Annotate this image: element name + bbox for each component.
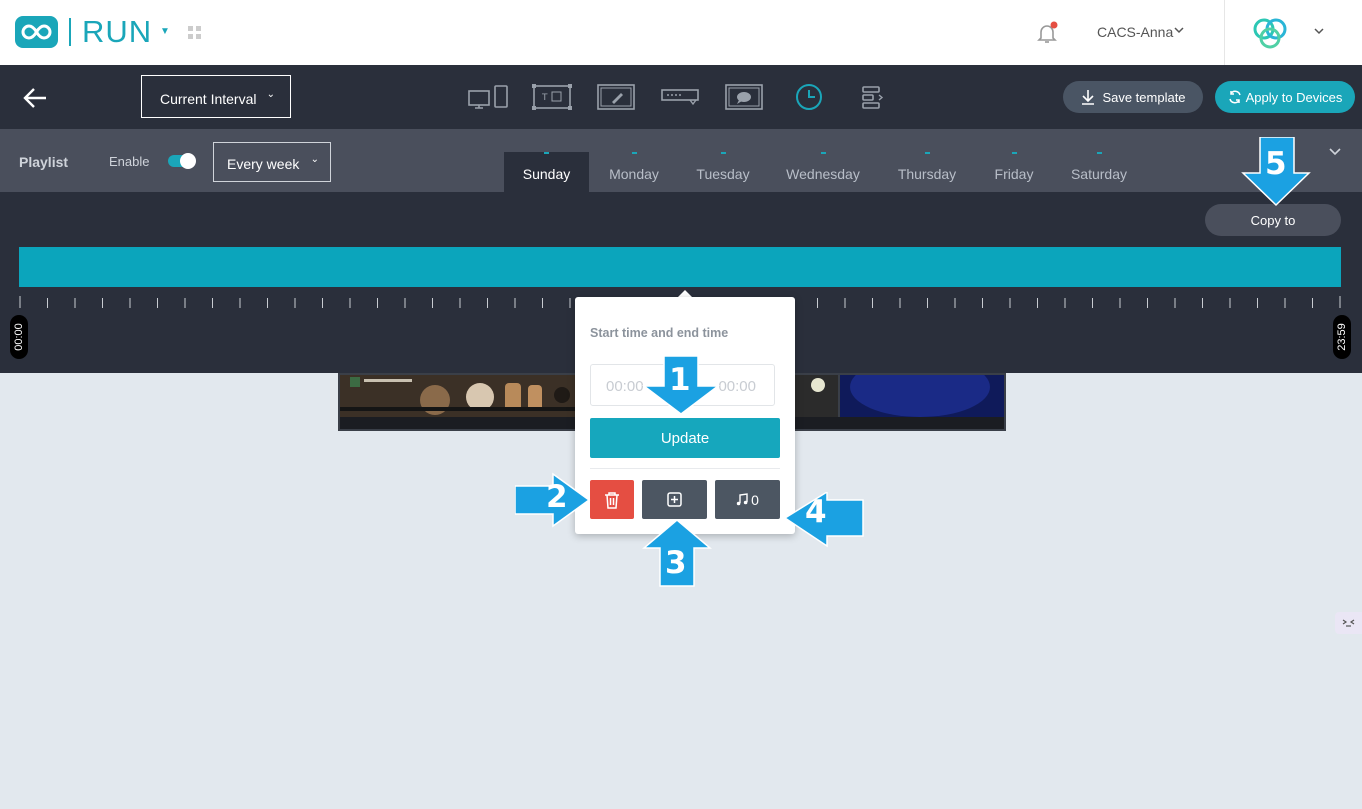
music-count: 0 xyxy=(751,491,759,508)
save-template-label: Save template xyxy=(1102,89,1186,105)
copy-to-button[interactable]: Copy to xyxy=(1205,204,1341,236)
user-menu-chevron-icon[interactable] xyxy=(1173,24,1185,36)
top-header: RUN ▼ CACS-Anna xyxy=(0,0,1362,65)
layout-icon[interactable]: T xyxy=(531,83,573,111)
day-indicator xyxy=(720,152,726,154)
repeat-select-label: Every week xyxy=(227,156,300,172)
brand-logo-icon[interactable] xyxy=(1249,15,1291,51)
playlist-title: Playlist xyxy=(19,154,69,170)
timeline-end-label: 23:59 xyxy=(1333,315,1351,359)
tab-label: Sunday xyxy=(522,166,571,182)
brand-menu-chevron-icon[interactable] xyxy=(1313,25,1325,37)
ticker-icon[interactable] xyxy=(660,83,700,111)
day-indicator xyxy=(924,152,930,154)
popup-notch xyxy=(678,290,692,297)
sync-icon xyxy=(1228,90,1241,104)
enable-label: Enable xyxy=(109,154,150,169)
day-indicator xyxy=(631,152,637,154)
add-content-button[interactable] xyxy=(642,480,707,519)
plus-square-icon xyxy=(667,492,682,507)
playlist-bar: Playlist Enable Every week ⌄ Sunday Mond… xyxy=(0,129,1362,192)
tab-wednesday[interactable]: Wednesday xyxy=(778,152,868,192)
start-time-value: 00:00 xyxy=(606,378,644,395)
align-icon[interactable] xyxy=(860,83,884,111)
apply-to-devices-label: Apply to Devices xyxy=(1245,89,1343,105)
devices-icon[interactable] xyxy=(467,83,511,111)
callout-number: 3 xyxy=(665,545,687,581)
toggle-knob xyxy=(180,153,196,169)
popup-divider xyxy=(590,468,780,469)
popup-title: Start time and end time xyxy=(590,326,729,340)
interval-select[interactable]: Current Interval ⌄ xyxy=(141,75,291,118)
day-indicator xyxy=(820,152,826,154)
tab-label: Saturday xyxy=(1070,166,1128,182)
chevron-down-icon: ⌄ xyxy=(310,154,319,165)
tab-label: Tuesday xyxy=(696,166,750,182)
callout-number: 4 xyxy=(805,494,827,530)
save-template-button[interactable]: Save template xyxy=(1063,81,1203,113)
timeline-start-label: 00:00 xyxy=(10,315,28,359)
message-icon[interactable] xyxy=(724,83,764,111)
end-time-text: 23:59 xyxy=(1336,323,1348,351)
tab-thursday[interactable]: Thursday xyxy=(887,152,967,192)
tab-label: Wednesday xyxy=(786,166,860,182)
app-switch-caret-icon[interactable]: ▼ xyxy=(160,26,170,37)
notification-bell-icon[interactable] xyxy=(1034,20,1060,46)
tab-monday[interactable]: Monday xyxy=(594,152,674,192)
tab-tuesday[interactable]: Tuesday xyxy=(683,152,763,192)
enable-toggle[interactable] xyxy=(168,153,196,169)
day-indicator xyxy=(1096,152,1102,154)
chevron-down-icon: ⌄ xyxy=(266,89,275,100)
trash-icon xyxy=(605,491,619,509)
clock-icon[interactable] xyxy=(795,83,823,111)
timeline-segment[interactable] xyxy=(19,247,1341,287)
music-note-icon xyxy=(736,493,748,506)
download-icon xyxy=(1082,90,1095,105)
app-name[interactable]: RUN xyxy=(82,14,152,50)
back-arrow-icon[interactable] xyxy=(22,85,48,111)
callout-number: 1 xyxy=(669,362,691,398)
tab-friday[interactable]: Friday xyxy=(984,152,1044,192)
collapse-chevron-icon[interactable] xyxy=(1328,146,1342,158)
tab-label: Thursday xyxy=(897,166,957,182)
start-time-text: 00:00 xyxy=(13,323,25,351)
tab-sunday[interactable]: Sunday xyxy=(504,152,589,192)
apply-to-devices-button[interactable]: Apply to Devices xyxy=(1215,81,1355,113)
repeat-select[interactable]: Every week ⌄ xyxy=(213,142,331,182)
callout-number: 5 xyxy=(1265,146,1287,182)
logo-separator xyxy=(69,18,71,46)
edit-screen-icon[interactable] xyxy=(596,83,636,111)
delete-button[interactable] xyxy=(590,480,634,519)
update-button[interactable]: Update xyxy=(590,418,780,458)
svg-text:T: T xyxy=(541,93,548,103)
music-button[interactable]: 0 xyxy=(715,480,780,519)
day-indicator xyxy=(544,152,549,154)
header-divider xyxy=(1224,0,1225,65)
end-time-value: 00:00 xyxy=(718,378,756,395)
day-indicator xyxy=(1011,152,1017,154)
interval-select-label: Current Interval xyxy=(160,91,257,107)
tab-label: Monday xyxy=(609,166,659,182)
callout-number: 2 xyxy=(546,479,568,515)
tab-saturday[interactable]: Saturday xyxy=(1064,152,1134,192)
assistant-face-icon xyxy=(1342,619,1355,627)
app-logo-icon[interactable] xyxy=(15,16,58,48)
editor-toolbar: Current Interval ⌄ T Save template Apply… xyxy=(0,65,1362,129)
side-assistant-widget[interactable] xyxy=(1335,612,1362,634)
tab-label: Friday xyxy=(994,166,1034,182)
apps-grid-icon[interactable] xyxy=(188,26,202,40)
user-name[interactable]: CACS-Anna xyxy=(1097,24,1173,40)
